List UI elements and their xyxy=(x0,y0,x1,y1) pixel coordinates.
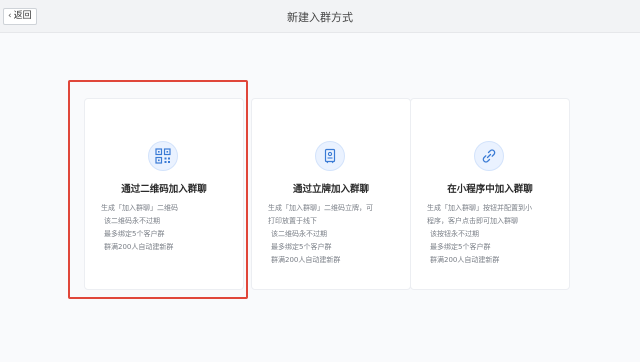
card-desc-line: 程序，客户点击即可加入群聊 xyxy=(427,217,518,225)
card-desc-line: 群满200人自动建新群 xyxy=(104,243,174,251)
card-desc-line: 生成「加入群聊」按钮并配置到小 xyxy=(427,204,532,212)
card-desc-line: 群满200人自动建新群 xyxy=(430,256,500,264)
card-description: 生成「加入群聊」二维码 该二维码永不过期 最多绑定5个客户群 群满200人自动建… xyxy=(101,202,233,254)
card-description: 生成「加入群聊」按钮并配置到小 程序，客户点击即可加入群聊 该按钮永不过期 最多… xyxy=(427,202,559,267)
card-desc-line: 群满200人自动建新群 xyxy=(271,256,341,264)
document-icon xyxy=(315,141,345,171)
card-desc-line: 最多绑定5个客户群 xyxy=(271,243,332,251)
join-by-standee-card[interactable]: 通过立牌加入群聊 生成「加入群聊」二维码立牌，可 打印放置于线下 该二维码永不过… xyxy=(251,98,411,290)
card-desc-line: 该二维码永不过期 xyxy=(104,217,160,225)
card-desc-line: 最多绑定5个客户群 xyxy=(430,243,491,251)
card-title: 通过立牌加入群聊 xyxy=(292,184,369,195)
card-desc-line: 打印放置于线下 xyxy=(268,217,317,225)
link-icon xyxy=(474,141,504,171)
join-in-miniprogram-card[interactable]: 在小程序中加入群聊 生成「加入群聊」按钮并配置到小 程序，客户点击即可加入群聊 … xyxy=(410,98,570,290)
card-title: 通过二维码加入群聊 xyxy=(121,184,207,195)
card-desc-line: 生成「加入群聊」二维码 xyxy=(101,204,178,212)
card-desc-line: 该二维码永不过期 xyxy=(271,230,327,238)
card-title: 在小程序中加入群聊 xyxy=(447,184,533,195)
card-desc-line: 生成「加入群聊」二维码立牌，可 xyxy=(268,204,373,212)
card-description: 生成「加入群聊」二维码立牌，可 打印放置于线下 该二维码永不过期 最多绑定5个客… xyxy=(268,202,400,267)
qrcode-icon xyxy=(148,141,178,171)
top-bar: ‹ 返回 新建入群方式 xyxy=(0,0,640,33)
page-title: 新建入群方式 xyxy=(287,11,353,24)
join-by-qrcode-card[interactable]: 通过二维码加入群聊 生成「加入群聊」二维码 该二维码永不过期 最多绑定5个客户群… xyxy=(84,98,244,290)
card-desc-line: 最多绑定5个客户群 xyxy=(104,230,165,238)
card-desc-line: 该按钮永不过期 xyxy=(430,230,479,238)
